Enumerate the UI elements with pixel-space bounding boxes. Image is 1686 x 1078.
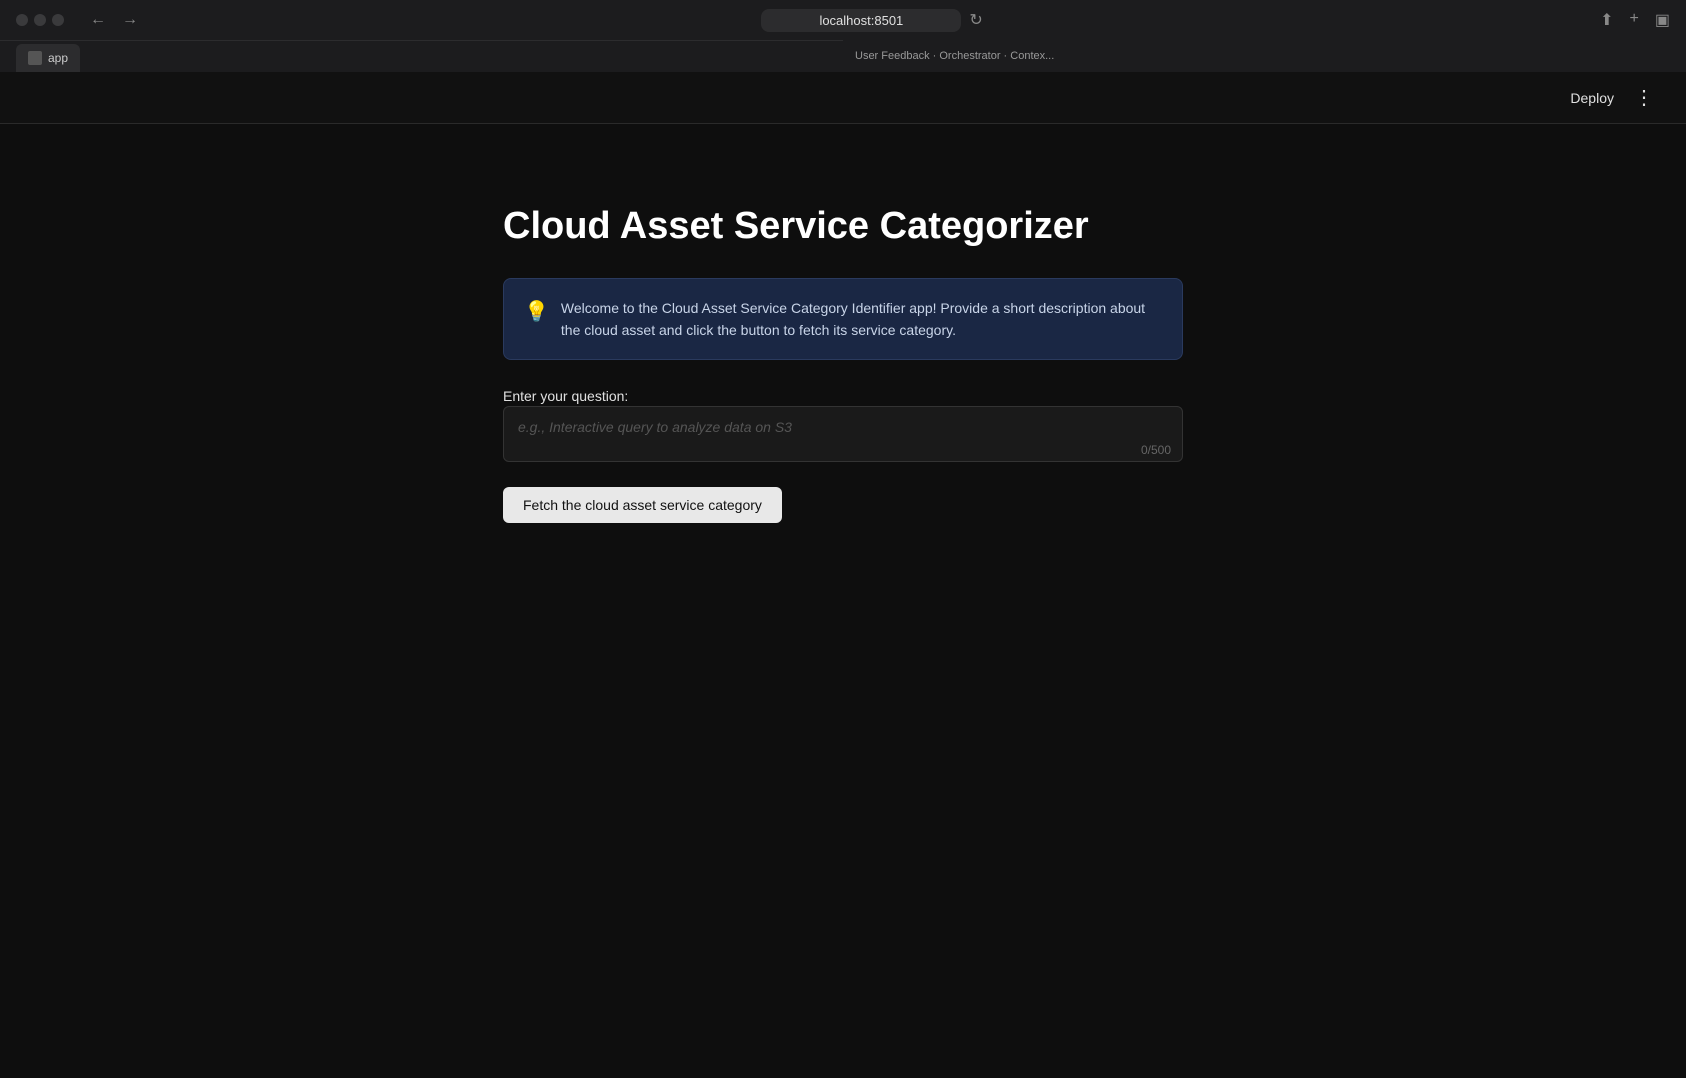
secondary-tab-text: User Feedback · Orchestrator · Contex... — [855, 50, 1054, 62]
forward-button[interactable]: → — [116, 9, 144, 31]
share-icon[interactable]: ⬆ — [1600, 10, 1613, 30]
browser-title-bar: ← → localhost:8501 ↻ ⬆ + ▣ User Feedback… — [0, 0, 1686, 40]
more-options-button[interactable]: ⋮ — [1626, 81, 1662, 114]
back-button[interactable]: ← — [84, 9, 112, 31]
question-input[interactable] — [503, 406, 1183, 462]
app-container: Cloud Asset Service Categorizer 💡 Welcom… — [503, 204, 1183, 1078]
new-tab-icon[interactable]: + — [1630, 10, 1639, 30]
address-bar[interactable]: localhost:8501 — [761, 9, 961, 32]
info-banner: 💡 Welcome to the Cloud Asset Service Cat… — [503, 278, 1183, 361]
maximize-btn[interactable] — [52, 14, 64, 26]
browser-chrome: ← → localhost:8501 ↻ ⬆ + ▣ User Feedback… — [0, 0, 1686, 72]
browser-controls — [16, 14, 64, 26]
char-count: 0/500 — [1141, 443, 1171, 457]
app-header: Deploy ⋮ — [0, 72, 1686, 124]
tab-label: app — [48, 51, 68, 65]
reload-button[interactable]: ↻ — [969, 10, 982, 30]
main-content: Cloud Asset Service Categorizer 💡 Welcom… — [0, 124, 1686, 1078]
nav-buttons: ← → — [84, 9, 144, 31]
fetch-button[interactable]: Fetch the cloud asset service category — [503, 487, 782, 523]
close-btn[interactable] — [16, 14, 28, 26]
tabs-icon[interactable]: ▣ — [1655, 10, 1670, 30]
info-banner-text: Welcome to the Cloud Asset Service Categ… — [561, 297, 1162, 342]
browser-tab[interactable]: app — [16, 44, 80, 72]
tab-favicon — [28, 51, 42, 65]
deploy-button[interactable]: Deploy — [1558, 84, 1626, 112]
input-wrapper: 0/500 — [503, 406, 1183, 467]
question-label: Enter your question: — [503, 388, 628, 404]
address-bar-wrapper: localhost:8501 ↻ — [156, 9, 1588, 32]
minimize-btn[interactable] — [34, 14, 46, 26]
lightbulb-icon: 💡 — [524, 299, 549, 324]
page-title: Cloud Asset Service Categorizer — [503, 204, 1183, 250]
browser-actions: ⬆ + ▣ — [1600, 10, 1670, 30]
secondary-tab-bar: User Feedback · Orchestrator · Contex... — [843, 40, 1686, 72]
